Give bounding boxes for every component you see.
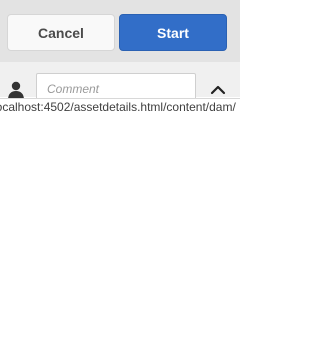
cancel-button[interactable]: Cancel	[7, 14, 115, 51]
chevron-up-icon[interactable]	[208, 80, 228, 100]
status-bar-url: localhost:4502/assetdetails.html/content…	[0, 98, 240, 116]
start-button[interactable]: Start	[119, 14, 227, 51]
user-icon	[8, 81, 24, 100]
